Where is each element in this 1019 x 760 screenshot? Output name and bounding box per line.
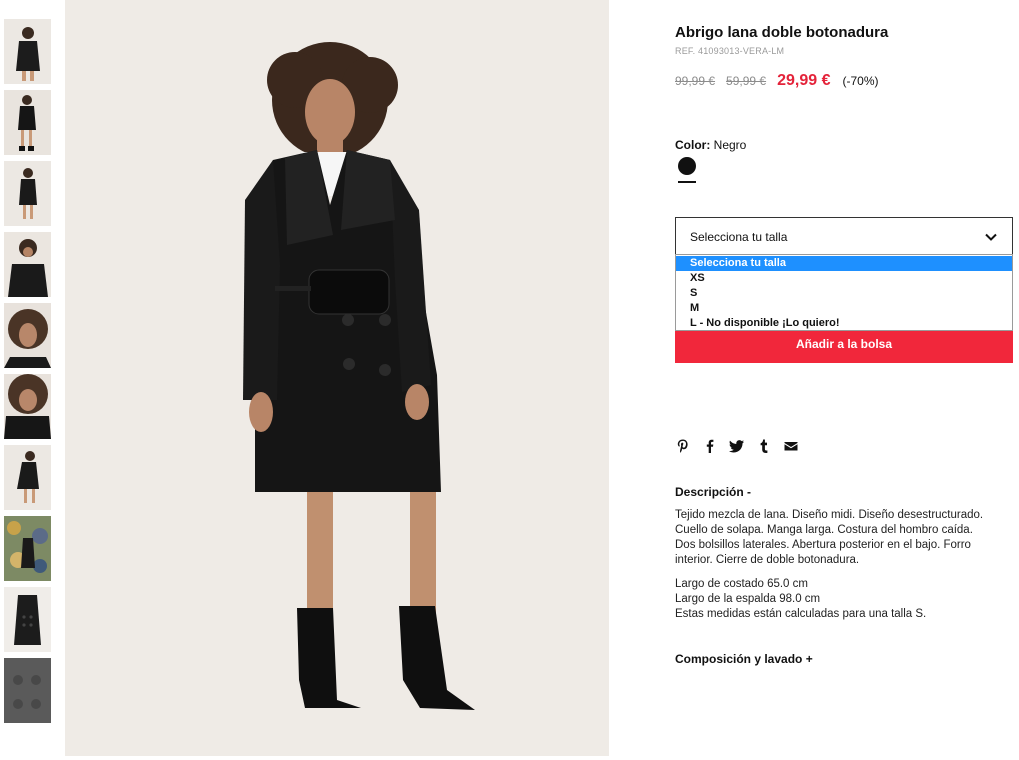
thumbnail-1[interactable] bbox=[4, 19, 51, 84]
description-line: Cuello de solapa. Manga larga. Costura d… bbox=[675, 524, 973, 536]
size-option-l[interactable]: L - No disponible ¡Lo quiero! bbox=[676, 316, 1012, 331]
description-line: Dos bolsillos laterales. Abertura poster… bbox=[675, 539, 971, 551]
measure-line: Estas medidas están calculadas para una … bbox=[675, 608, 927, 620]
thumbnail-4[interactable] bbox=[4, 232, 51, 297]
measure-line: Largo de la espalda 98.0 cm bbox=[675, 593, 821, 605]
email-icon[interactable] bbox=[783, 438, 799, 454]
color-swatch-negro[interactable] bbox=[678, 157, 696, 175]
size-option-m[interactable]: M bbox=[676, 301, 1012, 316]
color-label: Color: bbox=[675, 138, 711, 152]
size-dropdown: Selecciona tu talla XS S M L - No dispon… bbox=[675, 254, 1013, 331]
composition-toggle[interactable]: Composición y lavado + bbox=[675, 652, 813, 666]
share-icons bbox=[675, 438, 810, 454]
pinterest-icon[interactable] bbox=[675, 438, 691, 454]
thumbnail-2[interactable] bbox=[4, 90, 51, 155]
add-to-bag-label: Añadir a la bolsa bbox=[795, 337, 893, 351]
chevron-down-icon bbox=[985, 233, 997, 241]
previous-price: 59,99 € bbox=[726, 74, 767, 88]
facebook-icon[interactable] bbox=[702, 438, 718, 454]
color-label-row: Color: Negro bbox=[675, 138, 746, 152]
description-toggle[interactable]: Descripción - bbox=[675, 485, 751, 499]
size-option-placeholder[interactable]: Selecciona tu talla bbox=[676, 256, 1012, 271]
description-line: interior. Cierre de doble botonadura. bbox=[675, 554, 860, 566]
description-line: Tejido mezcla de lana. Diseño midi. Dise… bbox=[675, 509, 984, 521]
thumbnail-3[interactable] bbox=[4, 161, 51, 226]
thumbnail-6[interactable] bbox=[4, 374, 51, 439]
main-product-image bbox=[65, 0, 609, 756]
thumbnail-8[interactable] bbox=[4, 516, 51, 581]
size-option-s[interactable]: S bbox=[676, 286, 1012, 301]
size-select-value: Selecciona tu talla bbox=[690, 230, 788, 244]
current-price: 29,99 € bbox=[777, 72, 831, 89]
thumbnail-7[interactable] bbox=[4, 445, 51, 510]
product-reference: REF. 41093013-VERA-LM bbox=[675, 46, 785, 56]
swatch-selected-indicator bbox=[678, 181, 696, 183]
size-select[interactable]: Selecciona tu talla bbox=[675, 217, 1013, 255]
tumblr-icon[interactable] bbox=[756, 438, 772, 454]
size-option-xs[interactable]: XS bbox=[676, 271, 1012, 286]
product-title: Abrigo lana doble botonadura bbox=[675, 24, 889, 41]
twitter-icon[interactable] bbox=[729, 438, 745, 454]
measure-line: Largo de costado 65.0 cm bbox=[675, 578, 808, 590]
original-price: 99,99 € bbox=[675, 74, 716, 88]
thumbnail-10[interactable] bbox=[4, 658, 51, 723]
price-row: 99,99 € 59,99 € 29,99 € (-70%) bbox=[675, 72, 879, 92]
thumbnail-5[interactable] bbox=[4, 303, 51, 368]
thumbnail-9[interactable] bbox=[4, 587, 51, 652]
discount-badge: (-70%) bbox=[842, 74, 879, 88]
color-value: Negro bbox=[713, 138, 747, 152]
description-body: Tejido mezcla de lana. Diseño midi. Dise… bbox=[675, 508, 1013, 622]
